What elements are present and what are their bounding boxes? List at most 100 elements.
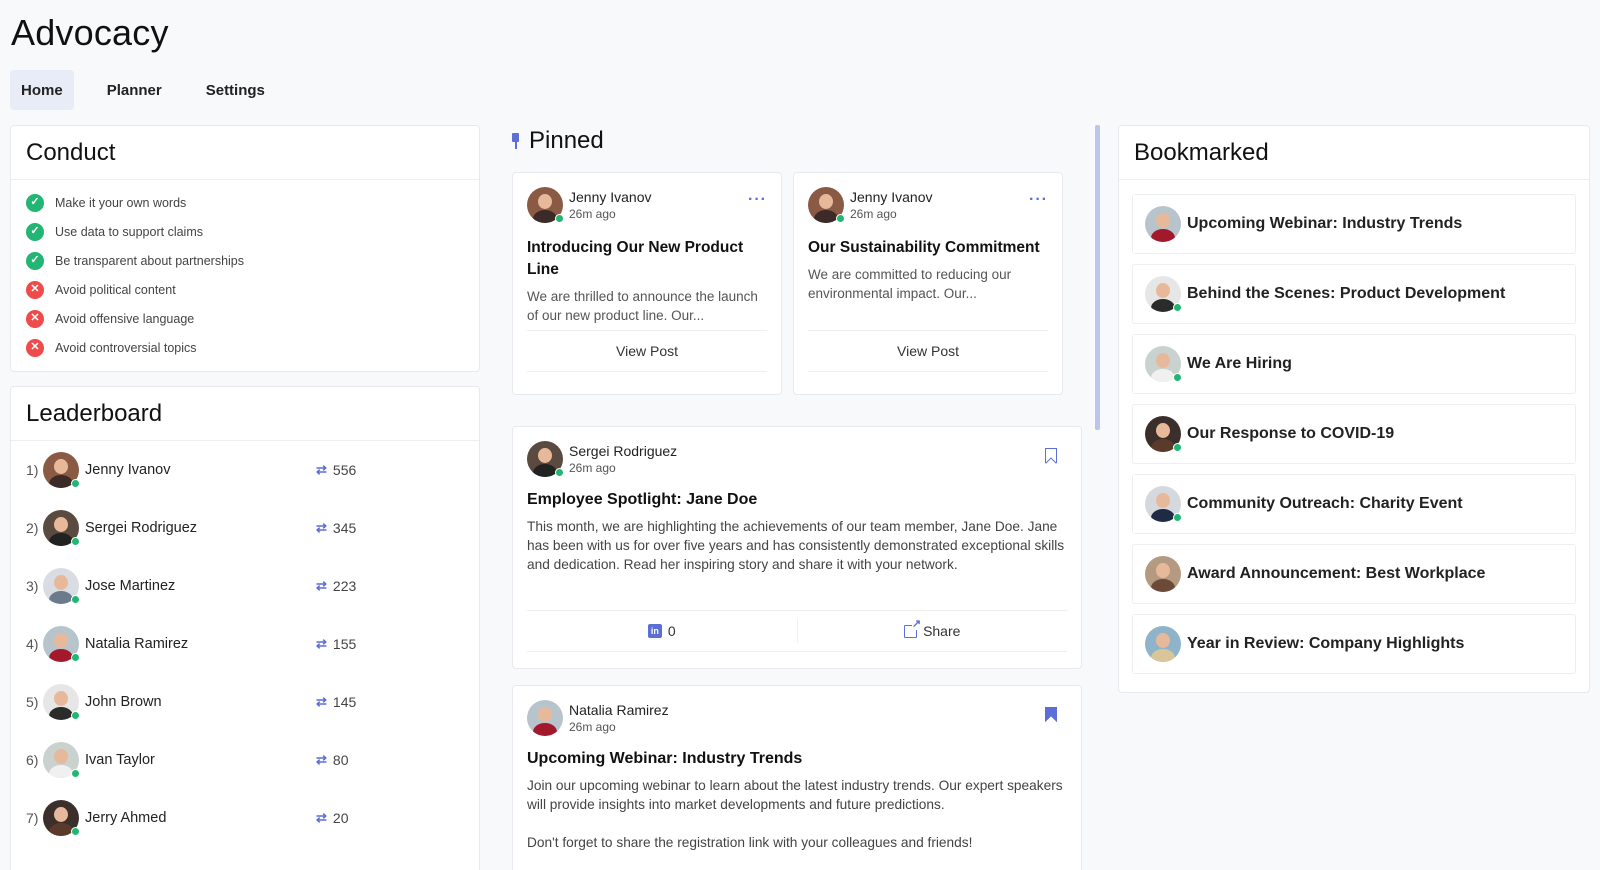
score-value: 345	[332, 520, 357, 536]
leaderboard-title: Leaderboard	[11, 387, 479, 441]
tab-settings[interactable]: Settings	[195, 70, 276, 110]
online-status-dot	[71, 595, 80, 604]
score-value: 80	[332, 752, 349, 768]
share-icon	[904, 618, 922, 638]
leaderboard-row[interactable]: 5) John Brown ⇄ 145	[11, 673, 479, 731]
bookmarked-list: Upcoming Webinar: Industry Trends Behind…	[1119, 180, 1589, 674]
bookmarked-card: Bookmarked Upcoming Webinar: Industry Tr…	[1118, 125, 1590, 693]
bookmarked-item[interactable]: Upcoming Webinar: Industry Trends	[1132, 194, 1576, 254]
bookmarked-item[interactable]: Award Announcement: Best Workplace	[1132, 544, 1576, 604]
leaderboard-rank: 3)	[26, 578, 39, 594]
online-status-dot	[71, 653, 80, 662]
view-post-button[interactable]: View Post	[808, 330, 1048, 372]
repost-icon: ⇄	[316, 520, 327, 535]
leaderboard-name: Natalia Ramirez	[85, 636, 189, 652]
more-options-icon[interactable]: ···	[1029, 191, 1048, 209]
linkedin-count: 0	[667, 623, 676, 639]
bookmark-icon[interactable]	[1045, 447, 1057, 463]
avatar	[808, 187, 845, 223]
avatar	[1145, 626, 1181, 662]
conduct-rule-text: Avoid political content	[55, 282, 176, 297]
view-post-button[interactable]: View Post	[527, 330, 767, 372]
leaderboard-score: ⇄ 80	[316, 752, 348, 768]
tab-planner[interactable]: Planner	[96, 70, 173, 110]
leaderboard-rank: 4)	[26, 636, 39, 652]
avatar	[43, 800, 80, 836]
leaderboard-name: Sergei Rodriguez	[85, 520, 198, 536]
online-status-dot	[71, 479, 80, 488]
x-circle-icon: ✕	[26, 338, 44, 357]
avatar	[1145, 486, 1182, 522]
share-label: Share	[923, 623, 961, 639]
linkedin-icon: in	[647, 624, 662, 638]
leaderboard-score: ⇄ 155	[316, 636, 356, 652]
leaderboard-row[interactable]: 6) Ivan Taylor ⇄ 80	[11, 731, 479, 789]
post-meta: Sergei Rodriguez 26m ago	[569, 443, 677, 475]
online-status-dot	[71, 769, 80, 778]
leaderboard-name: John Brown	[85, 694, 162, 710]
leaderboard-name: Jose Martinez	[85, 578, 176, 594]
leaderboard-name: Ivan Taylor	[85, 752, 155, 768]
pinned-heading: Pinned	[510, 127, 604, 155]
post-title: Employee Spotlight: Jane Doe	[527, 491, 758, 508]
leaderboard-row[interactable]: 3) Jose Martinez ⇄ 223	[11, 557, 479, 615]
repost-icon: ⇄	[316, 752, 327, 767]
post-time: 26m ago	[569, 207, 616, 221]
score-value: 20	[332, 810, 349, 826]
avatar	[43, 568, 80, 604]
tab-home[interactable]: Home	[10, 70, 74, 110]
post-author: Jenny Ivanov	[850, 189, 933, 205]
conduct-rule: ✓ Be transparent about partnerships	[11, 246, 479, 275]
conduct-rule: ✓ Use data to support claims	[11, 217, 479, 246]
bookmarked-item[interactable]: Year in Review: Company Highlights	[1132, 614, 1576, 674]
check-circle-icon: ✓	[26, 251, 44, 270]
post-header: Natalia Ramirez 26m ago	[527, 700, 1067, 736]
repost-icon: ⇄	[316, 694, 327, 709]
avatar	[1145, 206, 1181, 242]
post-title: Introducing Our New Product Line	[527, 239, 744, 278]
online-status-dot	[1173, 443, 1182, 452]
conduct-rule-text: Make it your own words	[55, 195, 187, 210]
post-author: Sergei Rodriguez	[569, 443, 678, 459]
pinned-title: Pinned	[529, 127, 604, 154]
bookmarked-item-label: Community Outreach: Charity Event	[1187, 495, 1463, 512]
leaderboard-rank: 6)	[26, 752, 39, 768]
more-options-icon[interactable]: ···	[748, 191, 767, 209]
leaderboard-row[interactable]: 1) Jenny Ivanov ⇄ 556	[11, 441, 479, 499]
post-body: Join our upcoming webinar to learn about…	[527, 778, 1063, 850]
feed-post-card: Sergei Rodriguez 26m ago Employee Spotli…	[512, 426, 1082, 669]
post-excerpt: We are committed to reducing our environ…	[808, 267, 1012, 301]
leaderboard-row[interactable]: 4) Natalia Ramirez ⇄ 155	[11, 615, 479, 673]
leaderboard-score: ⇄ 223	[316, 578, 356, 594]
post-meta: Jenny Ivanov 26m ago	[569, 189, 652, 221]
repost-icon: ⇄	[316, 462, 327, 477]
linkedin-button[interactable]: in 0	[527, 611, 797, 651]
bookmarked-item[interactable]: Our Response to COVID-19	[1132, 404, 1576, 464]
leaderboard-name: Jerry Ahmed	[85, 810, 167, 826]
post-actions: in 0 Share	[527, 610, 1067, 652]
online-status-dot	[555, 468, 564, 477]
post-body: This month, we are highlighting the achi…	[527, 519, 1065, 572]
conduct-rule-text: Be transparent about partnerships	[55, 253, 245, 268]
score-value: 223	[332, 578, 357, 594]
check-circle-icon: ✓	[26, 193, 44, 212]
x-circle-icon: ✕	[26, 280, 44, 299]
conduct-rule-text: Avoid controversial topics	[55, 340, 197, 355]
online-status-dot	[1173, 373, 1182, 382]
share-button[interactable]: Share	[796, 618, 1068, 643]
avatar	[43, 742, 80, 778]
bookmarked-item[interactable]: Community Outreach: Charity Event	[1132, 474, 1576, 534]
leaderboard-row[interactable]: 7) Jerry Ahmed ⇄ 20	[11, 789, 479, 847]
avatar	[527, 187, 564, 223]
bookmarked-item[interactable]: Behind the Scenes: Product Development	[1132, 264, 1576, 324]
leaderboard-row[interactable]: 2) Sergei Rodriguez ⇄ 345	[11, 499, 479, 557]
post-time: 26m ago	[850, 207, 897, 221]
repost-icon: ⇄	[316, 636, 327, 651]
post-header: Jenny Ivanov 26m ago ···	[808, 187, 1048, 223]
bookmark-filled-icon[interactable]	[1045, 706, 1057, 722]
bookmarked-item[interactable]: We Are Hiring	[1132, 334, 1576, 394]
post-meta: Natalia Ramirez 26m ago	[569, 702, 669, 734]
feed-scrollbar[interactable]	[1095, 125, 1100, 430]
avatar	[43, 452, 80, 488]
leaderboard-score: ⇄ 145	[316, 694, 356, 710]
